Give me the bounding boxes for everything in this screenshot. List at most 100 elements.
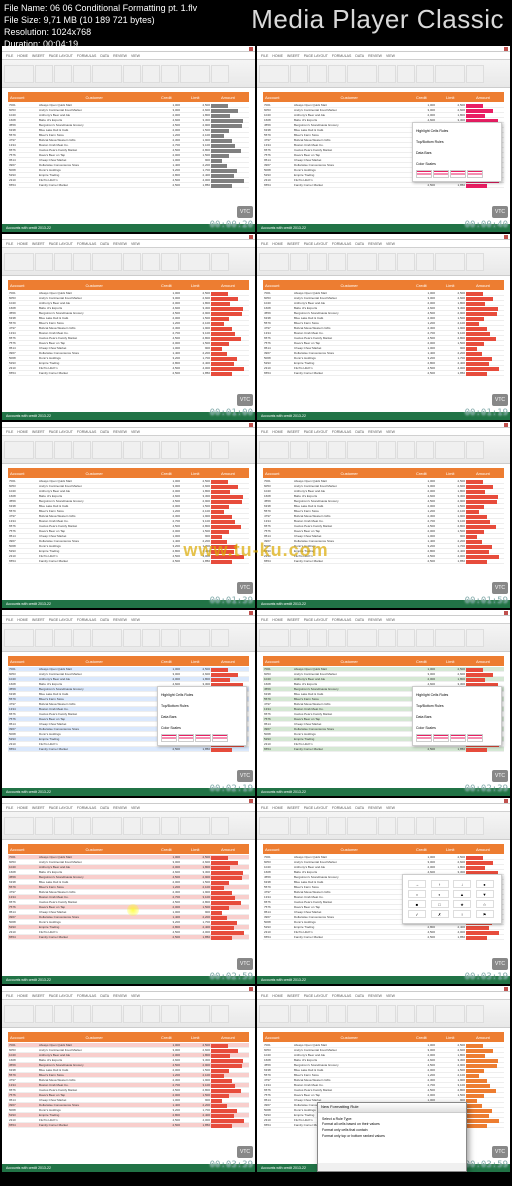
icon-set-option[interactable]: ☆	[476, 900, 494, 908]
ribbon-tabs: FILEHOMEINSERTPAGE LAYOUTFORMULASDATAREV…	[257, 804, 510, 812]
ribbon	[2, 624, 255, 652]
icon-set-option[interactable]: ↓	[453, 880, 471, 888]
menu-item[interactable]: Color Scales	[416, 159, 498, 169]
timestamp: 00:00:40	[465, 220, 508, 230]
cursor-highlight	[127, 904, 139, 916]
table-header: AccountCustomerCreditLimitAmount	[263, 468, 504, 478]
ribbon-tabs: FILEHOMEINSERTPAGE LAYOUTFORMULASDATAREV…	[257, 616, 510, 624]
table-row[interactable]: 6554Family Corner Market2,5001,850	[8, 1123, 249, 1128]
vtc-badge: VTC	[237, 582, 253, 594]
timestamp: 00:03:19	[465, 972, 508, 982]
video-thumbnail[interactable]: FILEHOMEINSERTPAGE LAYOUTFORMULASDATAREV…	[2, 46, 255, 232]
icon-set-option[interactable]: !	[453, 910, 471, 918]
video-thumbnail[interactable]: FILEHOMEINSERTPAGE LAYOUTFORMULASDATAREV…	[2, 234, 255, 420]
ribbon	[257, 624, 510, 652]
vtc-badge: VTC	[492, 1146, 508, 1158]
menu-item[interactable]: Color Scales	[161, 723, 243, 733]
table-header: AccountCustomerCreditLimitAmount	[263, 280, 504, 290]
icon-sets-menu[interactable]: → ↑ ↓ ● ○ ◐ ▲ ▼ ■ □ ★ ☆ ✓ ✗! ⚑	[402, 874, 502, 924]
ribbon	[2, 436, 255, 464]
ribbon-tabs: FILEHOMEINSERTPAGE LAYOUTFORMULASDATAREV…	[2, 240, 255, 248]
ribbon	[257, 248, 510, 276]
ribbon-tabs: FILEHOMEINSERTPAGE LAYOUTFORMULASDATAREV…	[257, 240, 510, 248]
table-row[interactable]: 6554Family Corner Market2,5001,850	[8, 747, 249, 752]
ribbon-tabs: FILEHOMEINSERTPAGE LAYOUTFORMULASDATAREV…	[2, 616, 255, 624]
menu-item[interactable]: Data Bars	[161, 712, 243, 722]
table-header: AccountCustomerCreditLimitAmount	[8, 92, 249, 102]
video-thumbnail[interactable]: FILEHOMEINSERTPAGE LAYOUTFORMULASDATAREV…	[257, 798, 510, 984]
table-header: AccountCustomerCreditLimitAmount	[263, 844, 504, 854]
conditional-formatting-menu[interactable]: Highlight Cells RulesTop/Bottom RulesDat…	[157, 686, 247, 746]
ribbon	[257, 60, 510, 88]
vtc-badge: VTC	[492, 394, 508, 406]
menu-item[interactable]: Data Bars	[416, 148, 498, 158]
table-row[interactable]: 6554Family Corner Market2,5001,850	[263, 935, 504, 940]
menu-item[interactable]: Top/Bottom Rules	[416, 137, 498, 147]
ribbon-tabs: FILEHOMEINSERTPAGE LAYOUTFORMULASDATAREV…	[2, 992, 255, 1000]
video-thumbnail[interactable]: FILEHOMEINSERTPAGE LAYOUTFORMULASDATAREV…	[2, 798, 255, 984]
menu-item[interactable]: Data Bars	[416, 712, 498, 722]
table-header: AccountCustomerCreditLimitAmount	[8, 280, 249, 290]
ribbon-tabs: FILEHOMEINSERTPAGE LAYOUTFORMULASDATAREV…	[257, 52, 510, 60]
icon-set-option[interactable]: →	[408, 880, 426, 888]
video-thumbnail[interactable]: FILEHOMEINSERTPAGE LAYOUTFORMULASDATAREV…	[257, 422, 510, 608]
video-thumbnail[interactable]: FILEHOMEINSERTPAGE LAYOUTFORMULASDATAREV…	[257, 234, 510, 420]
icon-set-option[interactable]: ○	[408, 890, 426, 898]
ribbon-tabs: FILEHOMEINSERTPAGE LAYOUTFORMULASDATAREV…	[257, 992, 510, 1000]
vtc-badge: VTC	[492, 770, 508, 782]
menu-item[interactable]: Highlight Cells Rules	[416, 690, 498, 700]
menu-item[interactable]: Top/Bottom Rules	[416, 701, 498, 711]
video-thumbnail[interactable]: FILEHOMEINSERTPAGE LAYOUTFORMULASDATAREV…	[257, 610, 510, 796]
timestamp: 00:02:59	[210, 972, 253, 982]
menu-item[interactable]: Top/Bottom Rules	[161, 701, 243, 711]
table-row[interactable]: 6554Family Corner Market2,5001,850	[263, 747, 504, 752]
timestamp: 00:01:39	[210, 596, 253, 606]
icon-set-option[interactable]: ▲	[453, 890, 471, 898]
icon-set-option[interactable]: ↑	[431, 880, 449, 888]
timestamp: 00:03:59	[465, 1160, 508, 1170]
menu-item[interactable]: Color Scales	[416, 723, 498, 733]
icon-set-option[interactable]: □	[431, 900, 449, 908]
icon-set-option[interactable]: ✗	[431, 910, 449, 918]
table-header: AccountCustomerCreditLimitAmount	[263, 1032, 504, 1042]
player-title: Media Player Classic	[251, 4, 504, 35]
video-thumbnail[interactable]: FILEHOMEINSERTPAGE LAYOUTFORMULASDATAREV…	[2, 986, 255, 1172]
vtc-badge: VTC	[237, 394, 253, 406]
table-row[interactable]: 6554Family Corner Market2,5001,850	[263, 371, 504, 376]
ribbon-tabs: FILEHOMEINSERTPAGE LAYOUTFORMULASDATAREV…	[257, 428, 510, 436]
video-thumbnail[interactable]: FILEHOMEINSERTPAGE LAYOUTFORMULASDATAREV…	[2, 610, 255, 796]
vtc-badge: VTC	[237, 206, 253, 218]
icon-set-option[interactable]: ●	[476, 880, 494, 888]
ribbon-tabs: FILEHOMEINSERTPAGE LAYOUTFORMULASDATAREV…	[2, 804, 255, 812]
icon-set-option[interactable]: ⚑	[476, 910, 494, 918]
vtc-badge: VTC	[237, 1146, 253, 1158]
video-thumbnail[interactable]: FILEHOMEINSERTPAGE LAYOUTFORMULASDATAREV…	[257, 46, 510, 232]
table-header: AccountCustomerCreditLimitAmount	[263, 92, 504, 102]
table-row[interactable]: 6554Family Corner Market2,5001,850	[8, 935, 249, 940]
table-row[interactable]: 6554Family Corner Market2,5001,850	[263, 183, 504, 188]
ribbon	[257, 812, 510, 840]
timestamp: 00:02:19	[210, 784, 253, 794]
table-row[interactable]: 6554Family Corner Market2,5001,850	[8, 371, 249, 376]
timestamp: 00:03:39	[210, 1160, 253, 1170]
timestamp: 00:01:59	[465, 596, 508, 606]
video-thumbnail[interactable]: FILEHOMEINSERTPAGE LAYOUTFORMULASDATAREV…	[2, 422, 255, 608]
video-thumbnail[interactable]: FILEHOMEINSERTPAGE LAYOUTFORMULASDATAREV…	[257, 986, 510, 1172]
icon-set-option[interactable]: ▼	[476, 890, 494, 898]
ribbon	[2, 248, 255, 276]
ribbon-tabs: FILEHOMEINSERTPAGE LAYOUTFORMULASDATAREV…	[2, 428, 255, 436]
vtc-badge: VTC	[492, 958, 508, 970]
icon-set-option[interactable]: ✓	[408, 910, 426, 918]
menu-item[interactable]: Highlight Cells Rules	[161, 690, 243, 700]
conditional-formatting-menu[interactable]: Highlight Cells RulesTop/Bottom RulesDat…	[412, 686, 502, 746]
vtc-badge: VTC	[237, 770, 253, 782]
icon-set-option[interactable]: ★	[453, 900, 471, 908]
new-rule-dialog[interactable]: New Formatting RuleSelect a Rule Type:Fo…	[317, 1102, 467, 1172]
icon-set-option[interactable]: ◐	[431, 890, 449, 898]
icon-set-option[interactable]: ■	[408, 900, 426, 908]
conditional-formatting-menu[interactable]: Highlight Cells RulesTop/Bottom RulesDat…	[412, 122, 502, 182]
menu-item[interactable]: Highlight Cells Rules	[416, 126, 498, 136]
timestamp: 00:02:39	[465, 784, 508, 794]
ribbon	[2, 60, 255, 88]
table-row[interactable]: 6554Family Corner Market2,5001,850	[8, 183, 249, 188]
